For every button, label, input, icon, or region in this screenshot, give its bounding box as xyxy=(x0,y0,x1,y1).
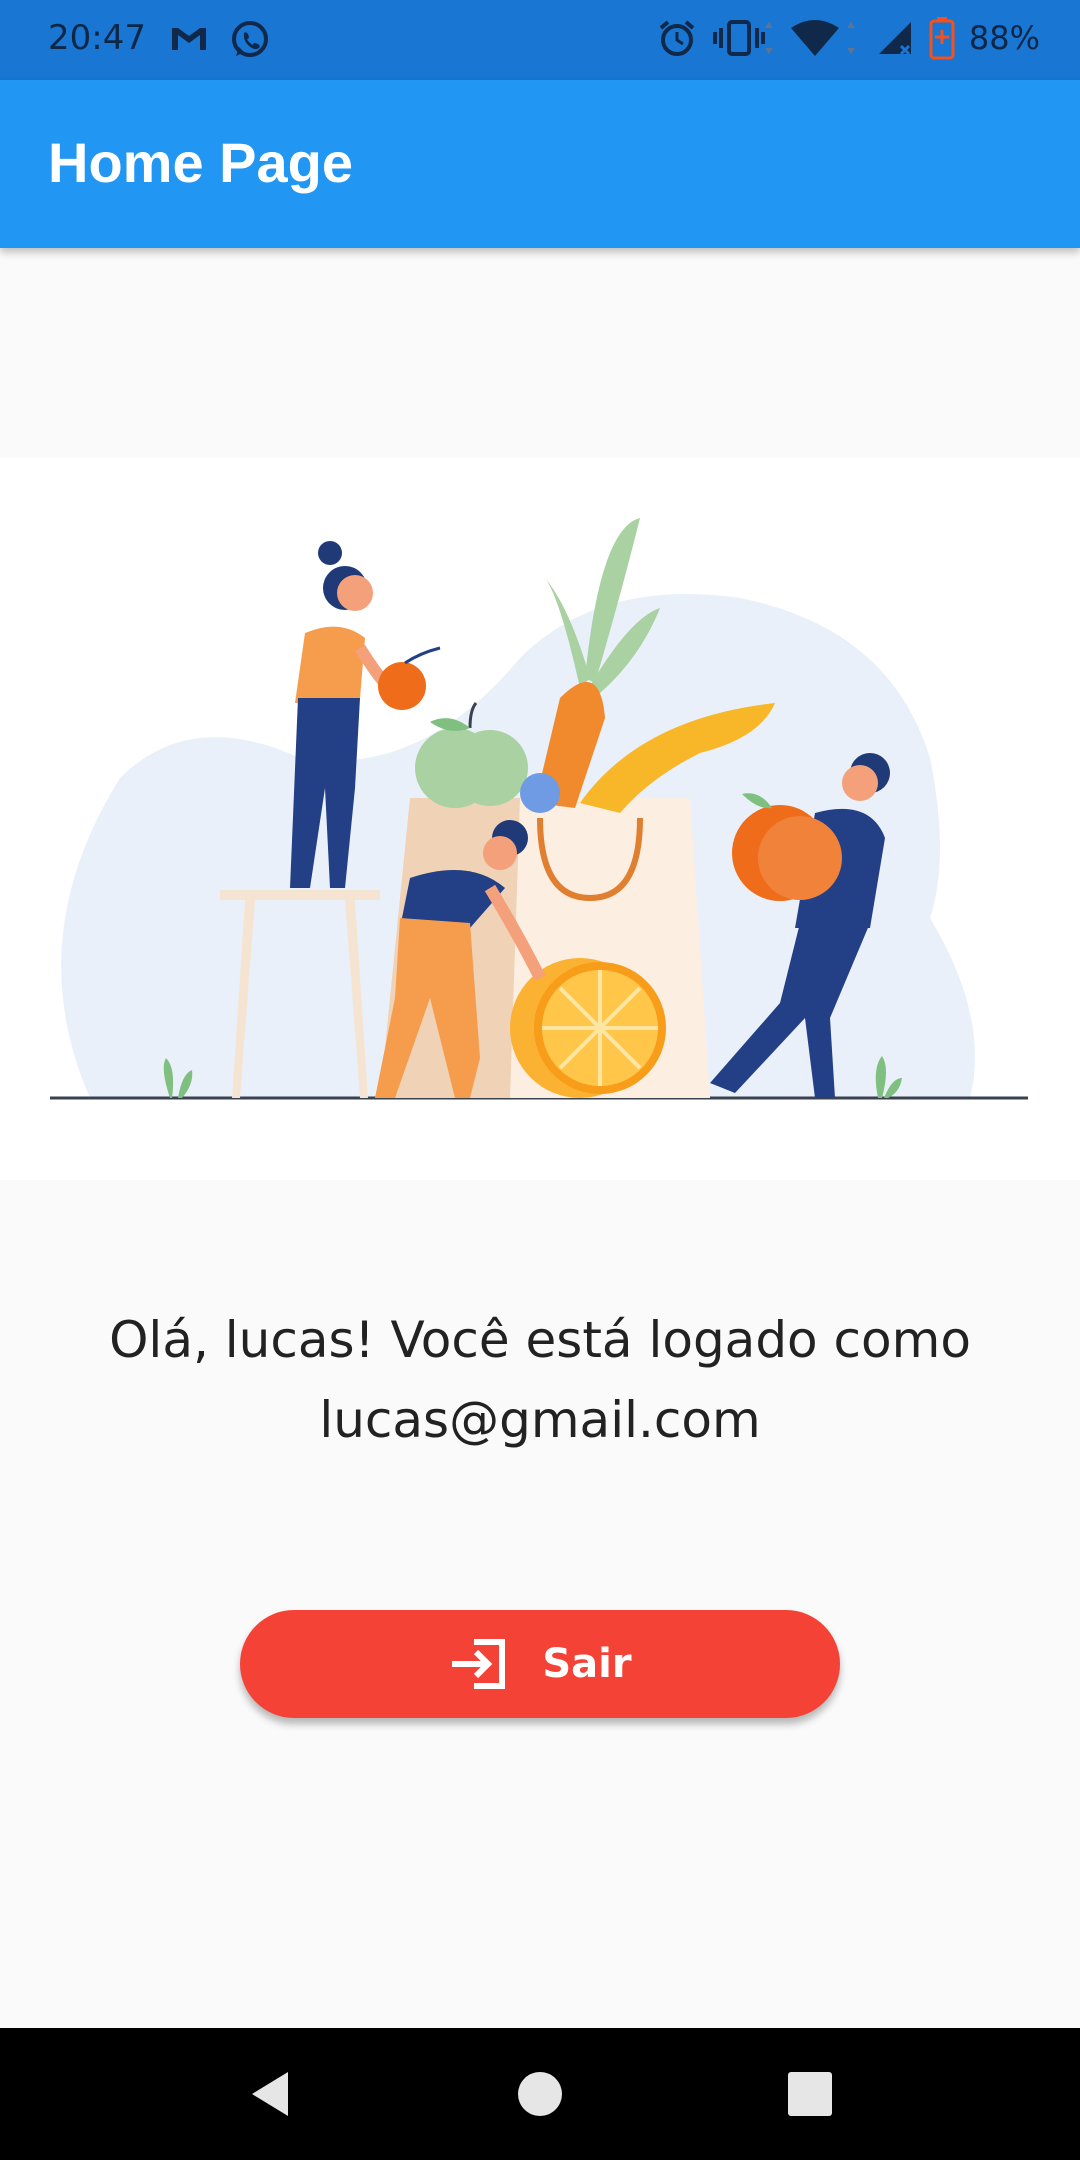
system-status-icons: 88% xyxy=(657,16,1040,60)
gmail-icon xyxy=(172,28,206,50)
groceries-illustration xyxy=(0,458,1080,1180)
recents-icon xyxy=(788,2072,832,2116)
whatsapp-icon xyxy=(232,21,268,57)
home-button[interactable] xyxy=(508,2062,572,2126)
login-icon xyxy=(452,1639,506,1689)
greeting-message: Olá, lucas! Você está logado como lucas@… xyxy=(40,1300,1040,1460)
back-button[interactable] xyxy=(238,2062,302,2126)
status-time: 20:47 xyxy=(48,18,146,58)
logout-button[interactable]: Sair xyxy=(240,1610,840,1718)
vibrate-icon xyxy=(712,20,773,56)
wifi-icon xyxy=(790,20,855,56)
alarm-icon xyxy=(659,20,695,56)
recents-button[interactable] xyxy=(778,2062,842,2126)
back-icon xyxy=(252,2072,288,2116)
status-bar: 20:47 88% xyxy=(0,0,1080,80)
battery-percentage: 88% xyxy=(968,19,1040,57)
navigation-bar xyxy=(0,2028,1080,2160)
user-email: lucas@gmail.com xyxy=(319,1391,761,1449)
app-bar: Home Page xyxy=(0,80,1080,248)
page-title: Home Page xyxy=(48,131,353,194)
groceries-illustration-image xyxy=(50,518,1028,1100)
logout-label: Sair xyxy=(542,1641,632,1687)
notification-icons xyxy=(168,18,272,62)
signal-icon xyxy=(878,22,911,56)
greeting-text: Olá, lucas! Você está logado como xyxy=(109,1311,971,1369)
home-icon xyxy=(518,2072,562,2116)
battery-icon xyxy=(929,17,955,60)
